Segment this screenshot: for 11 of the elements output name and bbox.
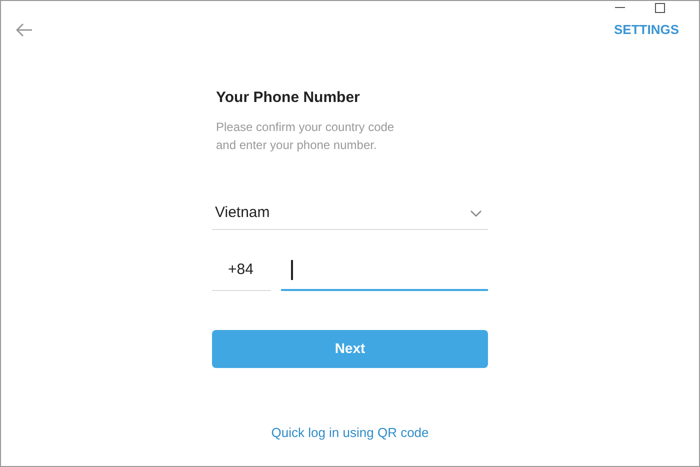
next-button[interactable]: Next	[212, 330, 488, 368]
form-subtitle: Please confirm your country code and enter your phone number.	[215, 118, 396, 154]
country-code-field[interactable]: +84	[212, 252, 271, 290]
settings-link[interactable]: SETTINGS	[614, 20, 685, 40]
maximize-icon[interactable]	[655, 3, 665, 13]
form-title: Your Phone Number	[215, 88, 361, 108]
minimize-icon[interactable]	[615, 7, 625, 9]
back-arrow-icon[interactable]	[15, 23, 33, 37]
qr-login-link[interactable]: Quick log in using QR code	[271, 422, 429, 442]
chevron-icon	[470, 210, 482, 216]
country-dropdown[interactable]: Vietnam	[212, 198, 488, 230]
